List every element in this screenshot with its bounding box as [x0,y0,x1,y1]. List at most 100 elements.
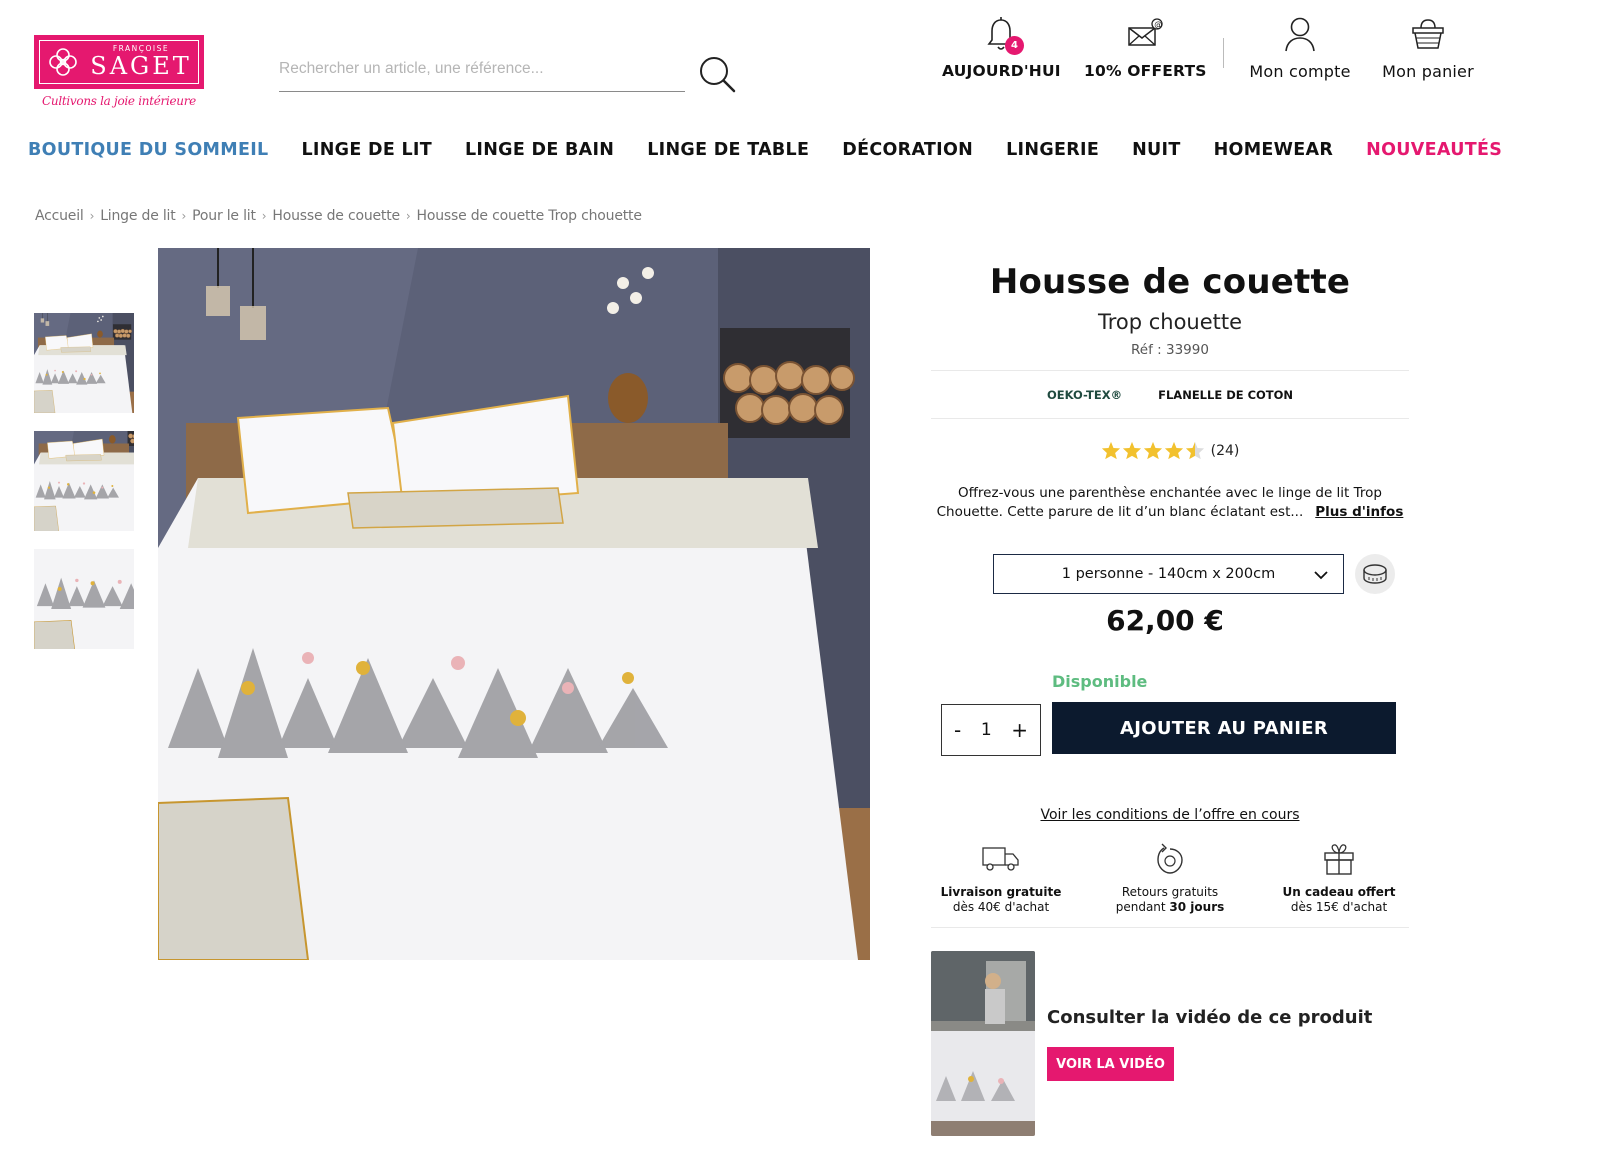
quantity-stepper: - 1 + [941,704,1041,756]
add-to-cart-button[interactable]: AJOUTER AU PANIER [1052,702,1396,754]
svg-text:@: @ [1154,20,1162,29]
thumbnail-3[interactable] [34,549,134,649]
perk-title: Livraison gratuite [940,885,1062,899]
search-icon[interactable] [697,54,739,96]
logo-box: FRANÇOISE SAGET [34,35,204,89]
product-rating[interactable]: (24) [931,441,1409,460]
breadcrumb-item[interactable]: Housse de couette [272,208,400,224]
size-row: 1 personne - 140cm x 200cm [993,554,1395,594]
header-notifications[interactable]: 4 AUJOURD'HUI [942,16,1061,80]
breadcrumb-item[interactable]: Accueil [35,208,84,224]
product-reference: Réf : 33990 [1131,342,1209,358]
chevron-down-icon [1314,571,1328,580]
mail-icon: @ [1128,18,1163,46]
quantity-decrease-button[interactable]: - [954,718,961,742]
watch-video-button[interactable]: VOIR LA VIDÉO [1047,1047,1174,1081]
search-bar [279,52,685,92]
nav-item-linge-de-lit[interactable]: LINGE DE LIT [301,140,432,160]
header-offer[interactable]: @ 10% OFFERTS [1084,16,1206,80]
offer-label: 10% OFFERTS [1084,62,1207,80]
chevron-right-icon: › [261,209,267,223]
header-cart[interactable]: Mon panier [1376,16,1480,81]
logo-name: SAGET [90,52,192,80]
video-preview-image [931,951,1035,1136]
product-panel: Housse de couette Trop chouette Réf : 33… [931,262,1409,928]
main-product-image[interactable] [158,248,870,960]
breadcrumb-current: Housse de couette Trop chouette [416,208,642,224]
chevron-right-icon: › [181,209,187,223]
product-tags: OEKO-TEX® FLANELLE DE COTON [931,371,1409,418]
nav-item-nuit[interactable]: NUIT [1132,140,1181,160]
nav-item-linge-de-bain[interactable]: LINGE DE BAIN [465,140,614,160]
notification-badge: 4 [1005,36,1024,55]
rating-stars [1101,441,1205,460]
perk-title: Retours gratuits [1121,885,1219,899]
size-guide-button[interactable] [1355,554,1395,594]
rating-count: (24) [1210,442,1240,459]
availability-status: Disponible [1052,672,1148,691]
header-account[interactable]: Mon compte [1244,16,1356,81]
star-icon [1143,441,1162,460]
header-divider [1223,38,1224,68]
thumbnail-2[interactable] [34,431,134,531]
product-photo [158,248,870,960]
perk-free-returns: Retours gratuits pendant 30 jours [1100,837,1240,915]
product-subtitle: Trop chouette [1097,310,1243,334]
cart-label: Mon panier [1382,62,1474,81]
perk-gift: Un cadeau offert dès 15€ d'achat [1269,837,1409,915]
truck-icon [982,847,1019,871]
half-star-icon [1185,441,1204,460]
product-price: 62,00 € [931,604,1409,637]
nav-item-decoration[interactable]: DÉCORATION [842,140,973,160]
nav-item-boutique-du-sommeil[interactable]: BOUTIQUE DU SOMMEIL [28,140,268,160]
video-thumbnail[interactable] [931,951,1035,1136]
star-icon [1164,441,1183,460]
offer-conditions-link[interactable]: Voir les conditions de l’offre en cours [931,807,1409,823]
star-icon [1122,441,1141,460]
breadcrumb-item[interactable]: Pour le lit [192,208,256,224]
perk-title: Un cadeau offert [1282,885,1396,899]
product-description: Offrez-vous une parenthèse enchantée ave… [931,484,1409,522]
breadcrumb-item[interactable]: Linge de lit [100,208,176,224]
perk-subtitle-prefix: pendant [1115,900,1170,914]
tag-flanelle: FLANELLE DE COTON [1158,388,1294,402]
perk-subtitle: dès 15€ d'achat [1290,900,1388,914]
size-selected-value: 1 personne - 140cm x 200cm [1061,566,1276,582]
nav-item-lingerie[interactable]: LINGERIE [1006,140,1099,160]
perk-subtitle-bold: 30 jours [1169,900,1225,914]
price-value: 62,00 € [1106,604,1224,637]
thumbnail-image [34,431,134,531]
divider [931,927,1409,928]
video-title: Consulter la vidéo de ce produit [1047,1007,1373,1028]
search-input[interactable] [279,52,685,86]
chevron-right-icon: › [89,209,95,223]
flower-logo-icon [49,48,77,76]
nav-item-nouveautes[interactable]: NOUVEAUTÉS [1366,140,1502,160]
breadcrumb: Accueil › Linge de lit › Pour le lit › H… [35,208,642,224]
nav-item-homewear[interactable]: HOMEWEAR [1214,140,1334,160]
nav-item-linge-de-table[interactable]: LINGE DE TABLE [647,140,809,160]
main-nav: BOUTIQUE DU SOMMEIL LINGE DE LIT LINGE D… [28,140,1502,160]
brand-logo[interactable]: FRANÇOISE SAGET Cultivons la joie intéri… [34,35,204,108]
perks-row: Livraison gratuite dès 40€ d'achat Retou… [931,837,1409,915]
perk-free-delivery: Livraison gratuite dès 40€ d'achat [931,837,1071,915]
basket-icon [1412,19,1444,49]
gift-icon [1324,844,1354,875]
chevron-right-icon: › [405,209,411,223]
perk-subtitle: dès 40€ d'achat [952,900,1050,914]
quantity-value[interactable]: 1 [981,720,992,740]
thumbnail-1[interactable] [34,313,134,413]
product-title: Housse de couette [989,262,1351,302]
thumbnail-image [34,313,134,413]
notifications-label: AUJOURD'HUI [942,62,1061,80]
return-icon [1157,843,1183,874]
measuring-tape-icon [1363,564,1387,584]
more-info-link[interactable]: Plus d'infos [1315,504,1403,520]
star-icon [1101,441,1120,460]
size-select[interactable]: 1 personne - 140cm x 200cm [993,554,1344,594]
quantity-increase-button[interactable]: + [1011,718,1028,742]
divider [931,418,1409,419]
thumbnail-image [34,549,134,649]
tag-oeko-tex: OEKO-TEX® [1046,388,1123,402]
account-label: Mon compte [1249,62,1351,81]
